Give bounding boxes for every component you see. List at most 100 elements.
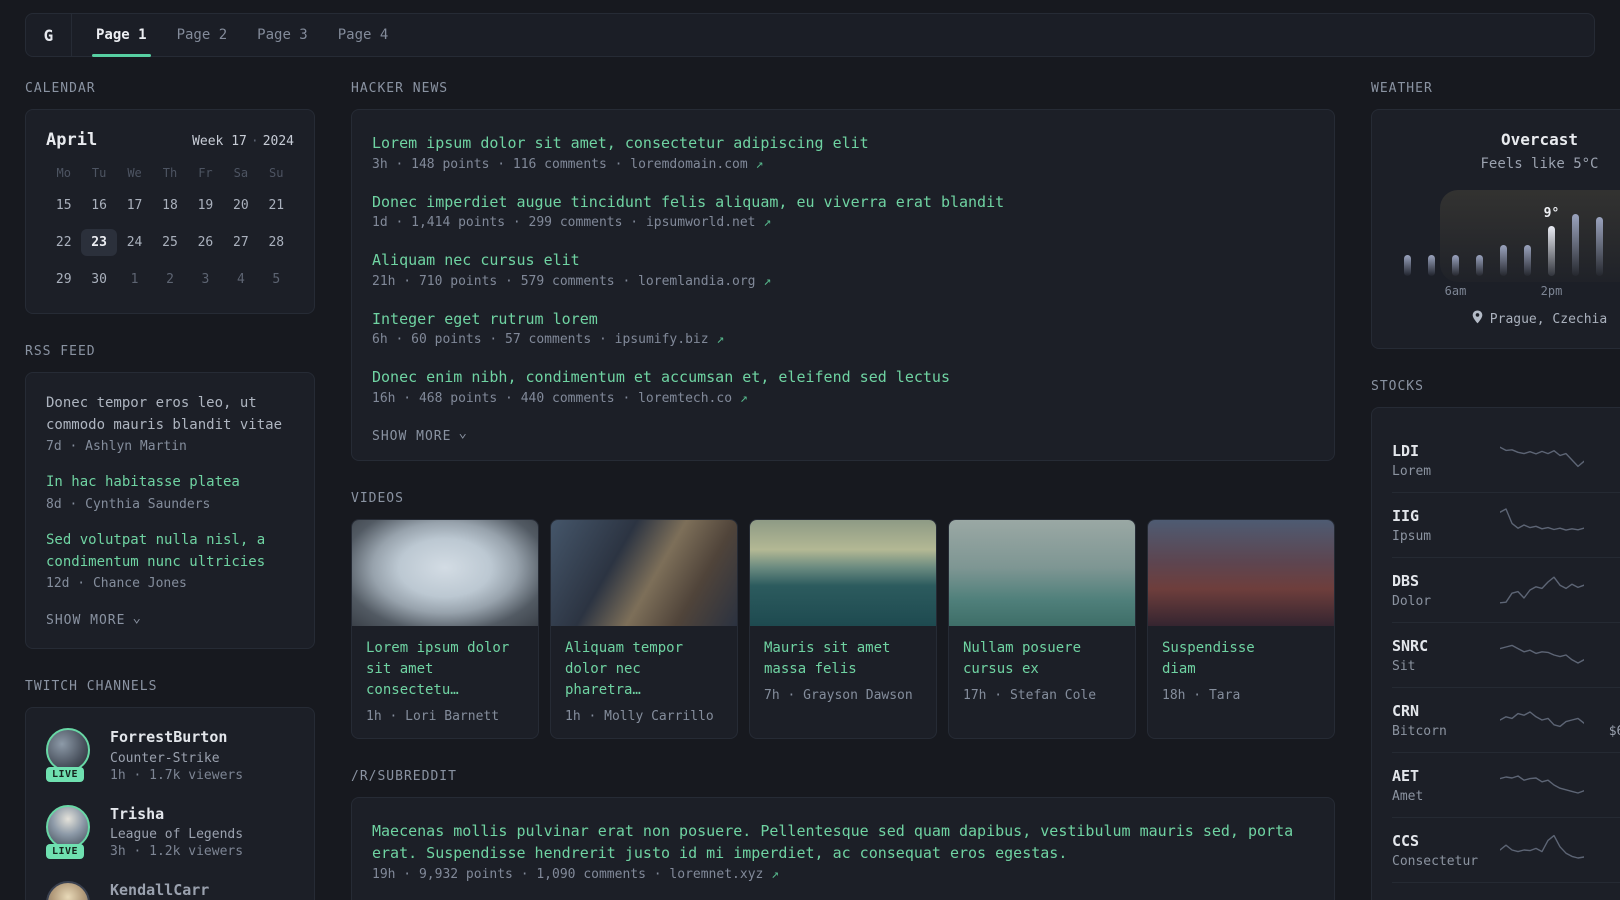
stock-sparkline-wrap bbox=[1488, 441, 1595, 479]
rss-show-more-button[interactable]: SHOW MORE ⌄ bbox=[46, 609, 142, 629]
weather-time-tick: 6am bbox=[1444, 284, 1467, 298]
videos-widget: VIDEOS Lorem ipsum dolor sit amet consec… bbox=[351, 491, 1335, 739]
twitch-channel-row[interactable]: KendallCarr bbox=[46, 881, 294, 900]
calendar-header: April Week 17 · 2024 bbox=[46, 130, 294, 150]
hackernews-domain[interactable]: loremlandia.org bbox=[638, 274, 763, 289]
hackernews-item[interactable]: Donec enim nibh, condimentum et accumsan… bbox=[372, 366, 1314, 406]
stock-row-aet[interactable]: AET Amet +0.92% $499.72 bbox=[1392, 753, 1620, 818]
video-card[interactable]: Lorem ipsum dolor sit amet consectetu… 1h… bbox=[351, 518, 539, 739]
stock-sparkline bbox=[1499, 446, 1584, 468]
app-logo[interactable]: G bbox=[26, 14, 72, 56]
stock-row-iig[interactable]: IIG Ipsum +2.84% $42.04 bbox=[1392, 493, 1620, 558]
calendar-day: 3 bbox=[201, 272, 210, 287]
weather-bar bbox=[1596, 217, 1603, 276]
twitch-channel-row[interactable]: LIVE ForrestBurton Counter-Strike 1h · 1.7k… bbox=[46, 728, 294, 783]
stock-values: +0.92% $499.72 bbox=[1595, 767, 1620, 804]
video-card[interactable]: Mauris sit amet massa felis 7h · Grayson … bbox=[749, 518, 937, 739]
weather-location-row: Prague, Czechia bbox=[1392, 310, 1620, 328]
hackernews-domain[interactable]: ipsumworld.net bbox=[646, 215, 763, 230]
video-card[interactable]: Suspendisse diam 18h · Tara bbox=[1147, 518, 1335, 739]
stock-symbol: LDI bbox=[1392, 441, 1420, 460]
video-title[interactable]: Aliquam tempor dolor nec pharetra… bbox=[565, 638, 723, 701]
hackernews-domain[interactable]: ipsumify.biz bbox=[615, 332, 717, 347]
video-title[interactable]: Lorem ipsum dolor sit amet consectetu… bbox=[366, 638, 524, 701]
calendar-day: 29 bbox=[55, 272, 72, 287]
live-badge: LIVE bbox=[46, 843, 85, 859]
weather-bar-slot bbox=[1468, 210, 1492, 276]
tab-page-1[interactable]: Page 1 bbox=[92, 14, 151, 57]
rss-item-title[interactable]: In hac habitasse platea bbox=[46, 472, 294, 494]
video-meta: 1h · Lori Barnett bbox=[366, 708, 500, 724]
video-card[interactable]: Aliquam tempor dolor nec pharetra… 1h · M… bbox=[550, 518, 738, 739]
hackernews-item[interactable]: Aliquam nec cursus elit 21h · 710 points … bbox=[372, 249, 1314, 289]
calendar-day: 4 bbox=[236, 272, 245, 287]
stock-row-ldi[interactable]: LDI Lorem +4.35% $795.18 bbox=[1392, 428, 1620, 493]
video-thumbnail-canoe-foggy-lake bbox=[949, 519, 1135, 626]
hackernews-domain[interactable]: loremdomain.com bbox=[630, 157, 755, 172]
rss-item[interactable]: Sed volutpat nulla nisl, a condimentum n… bbox=[46, 530, 294, 591]
stock-values: +1.42% $156.28 bbox=[1595, 572, 1620, 609]
twitch-channel-name[interactable]: ForrestBurton bbox=[110, 728, 243, 748]
rss-item[interactable]: Donec tempor eros leo, ut commodo mauris… bbox=[46, 393, 294, 454]
hackernews-title[interactable]: Integer eget rutrum lorem bbox=[372, 308, 1314, 331]
calendar-day: 18 bbox=[162, 198, 178, 213]
stock-row-snrc[interactable]: SNRC Sit +1.36% $148.64 bbox=[1392, 623, 1620, 688]
tab-page-4[interactable]: Page 4 bbox=[338, 14, 389, 56]
weather-time-tick: 2pm bbox=[1540, 284, 1563, 298]
calendar-day: 27 bbox=[233, 235, 249, 250]
rss-item-title[interactable]: Donec tempor eros leo, ut commodo mauris… bbox=[46, 393, 294, 436]
stock-row-ahs[interactable]: AHS+0.46% bbox=[1392, 883, 1620, 900]
twitch-channel-name[interactable]: Trisha bbox=[110, 805, 243, 825]
subreddit-title[interactable]: Maecenas mollis pulvinar erat non posuer… bbox=[372, 820, 1314, 865]
stock-sparkline-wrap bbox=[1488, 636, 1595, 674]
video-title[interactable]: Suspendisse diam bbox=[1162, 638, 1320, 680]
video-card[interactable]: Nullam posuere cursus ex 17h · Stefan Col… bbox=[948, 518, 1136, 739]
calendar-weekday: Su bbox=[269, 166, 284, 180]
weather-bar-slot bbox=[1444, 210, 1468, 276]
calendar-day-selected: 23 bbox=[81, 229, 117, 256]
stock-sparkline bbox=[1499, 508, 1584, 531]
hackernews-meta: 16h · 468 points · 440 comments · loremt… bbox=[372, 390, 748, 406]
twitch-channel-game: League of Legends bbox=[110, 827, 244, 843]
tab-page-2[interactable]: Page 2 bbox=[177, 14, 228, 56]
subreddit-card: Maecenas mollis pulvinar erat non posuer… bbox=[351, 796, 1335, 900]
hackernews-title[interactable]: Lorem ipsum dolor sit amet, consectetur … bbox=[372, 132, 1314, 155]
video-card-body: Lorem ipsum dolor sit amet consectetu… 1h… bbox=[352, 626, 538, 738]
weather-bar bbox=[1404, 255, 1411, 276]
dashboard-grid: CALENDAR April Week 17 · 2024 Mo Tu We Th Fr Sa… bbox=[0, 57, 1620, 900]
videos-row: Lorem ipsum dolor sit amet consectetu… 1h… bbox=[351, 518, 1335, 739]
rss-item[interactable]: In hac habitasse platea 8d · Cynthia Saun… bbox=[46, 472, 294, 512]
subreddit-item[interactable]: Maecenas mollis pulvinar erat non posuer… bbox=[372, 820, 1314, 882]
stock-row-ccs[interactable]: CCS Consectetur +0.51% $165.84 bbox=[1392, 818, 1620, 883]
weather-feels-like: Feels like 5°C bbox=[1480, 156, 1599, 172]
stock-values: +1.36% $148.64 bbox=[1595, 637, 1620, 674]
hackernews-show-more-button[interactable]: SHOW MORE ⌄ bbox=[372, 426, 468, 444]
video-title[interactable]: Mauris sit amet massa felis bbox=[764, 638, 922, 680]
stock-values: +4.35% $795.18 bbox=[1595, 442, 1620, 479]
hackernews-title[interactable]: Donec imperdiet augue tincidunt felis al… bbox=[372, 191, 1314, 214]
stock-row-crn[interactable]: CRN Bitcorn -1.00% $66,171.48 bbox=[1392, 688, 1620, 753]
video-meta: 17h · Stefan Cole bbox=[963, 687, 1097, 703]
chevron-down-icon: ⌄ bbox=[132, 609, 142, 626]
hackernews-title[interactable]: Aliquam nec cursus elit bbox=[372, 249, 1314, 272]
twitch-channel-name[interactable]: KendallCarr bbox=[110, 881, 209, 900]
tab-page-3[interactable]: Page 3 bbox=[257, 14, 308, 56]
rss-item-title[interactable]: Sed volutpat nulla nisl, a condimentum n… bbox=[46, 530, 294, 573]
avatar bbox=[46, 881, 90, 900]
hackernews-domain[interactable]: loremtech.co bbox=[638, 391, 740, 406]
stock-symbol: SNRC bbox=[1392, 636, 1429, 655]
calendar-day: 2 bbox=[166, 272, 174, 287]
twitch-avatar-wrap: LIVE bbox=[46, 804, 94, 859]
calendar-weekday: Fr bbox=[198, 166, 213, 180]
stock-symbol: IIG bbox=[1392, 506, 1420, 525]
subreddit-domain[interactable]: loremnet.xyz bbox=[669, 867, 771, 882]
hackernews-item[interactable]: Integer eget rutrum lorem 6h · 60 points … bbox=[372, 308, 1314, 348]
stock-sparkline-wrap bbox=[1488, 831, 1595, 869]
video-title[interactable]: Nullam posuere cursus ex bbox=[963, 638, 1121, 680]
stock-identity: DBS Dolor bbox=[1392, 572, 1488, 609]
hackernews-item[interactable]: Donec imperdiet augue tincidunt felis al… bbox=[372, 191, 1314, 231]
stock-row-dbs[interactable]: DBS Dolor +1.42% $156.28 bbox=[1392, 558, 1620, 623]
hackernews-title[interactable]: Donec enim nibh, condimentum et accumsan… bbox=[372, 366, 1314, 389]
twitch-channel-row[interactable]: LIVE Trisha League of Legends 3h · 1.2k vie… bbox=[46, 804, 294, 859]
hackernews-item[interactable]: Lorem ipsum dolor sit amet, consectetur … bbox=[372, 132, 1314, 172]
